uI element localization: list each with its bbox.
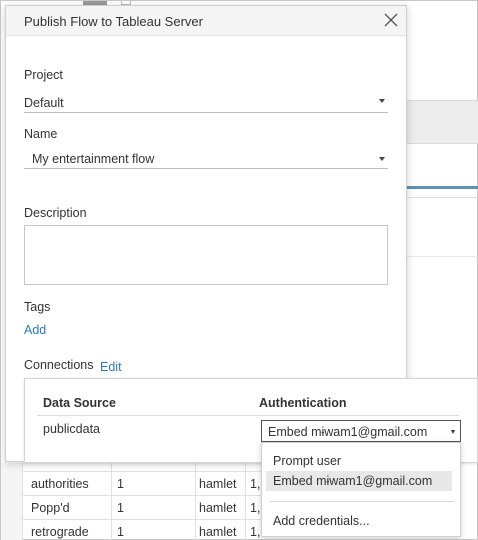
table-cell: 1,	[250, 525, 261, 539]
edit-connections-link[interactable]: Edit	[100, 360, 122, 374]
authentication-value: Embed mɨwam1@gmail.com	[268, 425, 428, 439]
table-cell: hamlet	[199, 525, 237, 539]
row-gutter	[1, 463, 23, 540]
description-textarea[interactable]	[24, 225, 388, 285]
table-cell: 1	[117, 477, 124, 491]
menu-divider	[270, 501, 454, 502]
table-cell: retrograde	[31, 525, 89, 539]
background-accent-line	[407, 186, 478, 189]
background-divider	[407, 197, 478, 198]
table-cell: Popp'd	[31, 501, 70, 515]
chevron-down-icon	[451, 430, 455, 434]
menu-item-add-credentials[interactable]: Add credentials...	[266, 511, 452, 531]
header-divider	[37, 415, 459, 416]
authentication-dropdown-menu: Prompt user Embed mɨwam1@gmail.com Add c…	[261, 442, 461, 537]
name-label: Name	[24, 127, 58, 141]
dialog-title: Publish Flow to Tableau Server	[24, 14, 203, 29]
menu-item-label: Prompt user	[273, 454, 342, 468]
table-cell: authorities	[31, 477, 89, 491]
data-source-cell: publicdata	[43, 422, 100, 436]
project-select[interactable]: Default	[24, 93, 388, 113]
menu-item-label: Add credentials...	[273, 514, 370, 528]
column-header-authentication: Authentication	[259, 396, 347, 410]
column-header-data-source: Data Source	[43, 396, 116, 410]
table-row[interactable]: Popp'd 1 hamlet 1,	[23, 495, 263, 519]
background-band	[407, 100, 478, 144]
description-label: Description	[24, 206, 87, 220]
name-value: My entertainment flow	[32, 152, 155, 166]
table-cell: hamlet	[199, 501, 237, 515]
table-cell: 1	[117, 525, 124, 539]
project-label: Project	[24, 68, 63, 82]
table-row[interactable]: authorities 1 hamlet 1,	[23, 471, 263, 495]
table-cell: 1,	[250, 477, 261, 491]
background-data-grid: authorities 1 hamlet 1, Popp'd 1 hamlet …	[23, 463, 263, 540]
menu-item-prompt-user[interactable]: Prompt user	[266, 451, 452, 471]
tags-label: Tags	[24, 300, 51, 314]
background-divider	[407, 256, 478, 257]
name-combobox[interactable]: My entertainment flow	[24, 149, 388, 169]
project-value: Default	[24, 96, 64, 110]
table-row[interactable]: retrograde 1 hamlet 1,	[23, 519, 263, 540]
dialog-header: Publish Flow to Tableau Server	[6, 6, 406, 36]
authentication-select[interactable]: Embed mɨwam1@gmail.com	[261, 420, 461, 442]
chevron-down-icon	[379, 157, 385, 161]
table-cell: hamlet	[199, 477, 237, 491]
close-icon[interactable]	[383, 12, 399, 28]
menu-item-embed-credentials[interactable]: Embed mɨwam1@gmail.com	[266, 471, 452, 491]
table-cell: 1,	[250, 501, 261, 515]
connections-label: Connections	[24, 358, 94, 372]
chevron-down-icon	[379, 99, 385, 103]
add-tag-link[interactable]: Add	[24, 323, 46, 337]
table-cell: 1	[117, 501, 124, 515]
menu-item-label: Embed mɨwam1@gmail.com	[273, 474, 433, 488]
